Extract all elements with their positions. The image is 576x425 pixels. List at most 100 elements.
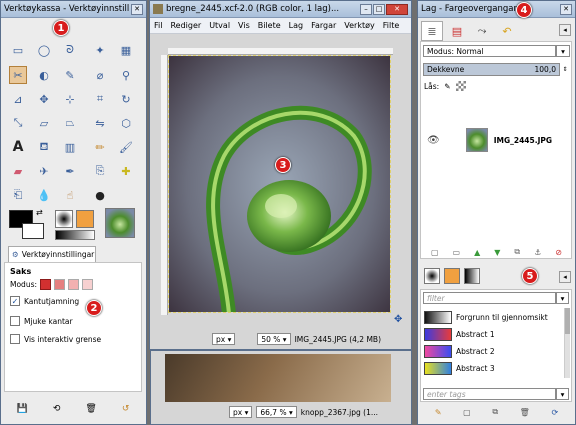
ink-icon[interactable]: ✒ (61, 162, 79, 180)
dodge-burn-icon[interactable]: ● (91, 186, 109, 204)
mode-add-icon[interactable] (54, 279, 66, 290)
paths-icon[interactable]: ✎ (61, 66, 79, 84)
mode-replace-icon[interactable] (40, 279, 52, 290)
move-icon[interactable]: ✥ (35, 90, 53, 108)
background-color-swatch[interactable] (22, 223, 44, 239)
smudge-icon[interactable]: ☝ (61, 186, 79, 204)
blur-icon[interactable]: 💧 (35, 186, 53, 204)
clone-icon[interactable]: ⎘ (91, 162, 109, 180)
new-gradient-icon[interactable]: ▢ (463, 408, 471, 417)
gradients-scrollbar[interactable] (564, 308, 570, 378)
anchor-layer-icon[interactable]: ⚓ (534, 248, 541, 257)
lower-layer-icon[interactable]: ▼ (494, 248, 500, 257)
color-picker-icon[interactable]: ⌀ (91, 66, 109, 84)
layer-mode-select[interactable]: Modus: Normal (423, 45, 556, 57)
flip-icon[interactable]: ⇋ (91, 114, 109, 132)
menu-view[interactable]: Vis (238, 21, 250, 30)
menu-colors[interactable]: Fargar (311, 21, 336, 30)
duplicate-layer-icon[interactable]: ⧉ (514, 247, 520, 257)
layers-titlebar[interactable]: Lag - Fargeovergangar ✕ (418, 1, 575, 18)
shear-icon[interactable]: ▱ (35, 114, 53, 132)
close-icon[interactable]: ✕ (386, 3, 408, 15)
pencil-icon[interactable]: ✏ (91, 138, 109, 156)
lock-pixels-icon[interactable]: ✎ (444, 82, 450, 91)
align-icon[interactable]: ⊹ (61, 90, 79, 108)
fuzzy-select-icon[interactable]: ✦ (91, 41, 109, 59)
crop-icon[interactable]: ⌗ (91, 90, 109, 108)
image-thumbnail[interactable] (105, 208, 135, 238)
new-layer-group-icon[interactable]: ▭ (453, 248, 461, 257)
scissors-icon[interactable]: ✂ (9, 66, 27, 84)
new-layer-icon[interactable]: ▢ (431, 248, 439, 257)
gradient-tags-input[interactable]: enter tags (423, 388, 556, 400)
vertical-ruler[interactable] (161, 55, 168, 315)
back-zoom-select[interactable]: 66,7 % ▾ (256, 406, 297, 418)
zoom-select[interactable]: 50 % ▾ (257, 333, 291, 345)
dock-menu-icon[interactable]: ◂ (559, 24, 571, 36)
duplicate-gradient-icon[interactable]: ⧉ (492, 407, 498, 417)
close-icon[interactable]: ✕ (131, 3, 143, 15)
free-select-icon[interactable]: ᘐ (61, 41, 79, 59)
option-interactive-boundary[interactable]: Vis interaktiv grense (10, 334, 101, 344)
gradient-tab-icon[interactable] (464, 268, 480, 284)
back-unit-select[interactable]: px ▾ (229, 406, 253, 418)
option-antialias[interactable]: ✓ Kantutjamning (10, 296, 79, 306)
edit-gradient-icon[interactable]: ✎ (435, 408, 442, 417)
blend-icon[interactable]: ▥ (61, 138, 79, 156)
rotate-icon[interactable]: ↻ (117, 90, 135, 108)
interactive-boundary-checkbox[interactable] (10, 334, 20, 344)
layer-mode-dropdown-icon[interactable]: ▾ (556, 45, 570, 57)
ellipse-select-icon[interactable]: ◯ (35, 41, 53, 59)
text-icon[interactable]: A (9, 138, 27, 156)
gradient-item[interactable]: Abstract 2 (424, 343, 564, 360)
zoom-icon[interactable]: ⚲ (117, 66, 135, 84)
menu-file[interactable]: Fil (154, 21, 162, 30)
brush-tab-icon[interactable] (424, 268, 440, 284)
paths-tab-icon[interactable]: ⤳ (471, 21, 493, 41)
menu-filters[interactable]: Filte (383, 21, 400, 30)
menu-tools[interactable]: Verktøy (344, 21, 374, 30)
scale-icon[interactable]: ⤡ (9, 114, 27, 132)
eraser-icon[interactable]: ▰ (9, 162, 27, 180)
airbrush-icon[interactable]: ✈ (35, 162, 53, 180)
delete-gradient-icon[interactable]: 🗑 (520, 408, 530, 417)
delete-options-icon[interactable]: 🗑 (85, 404, 96, 414)
color-select-icon[interactable]: ▦ (117, 41, 135, 59)
gradients-menu-icon[interactable]: ◂ (559, 271, 571, 283)
channels-tab-icon[interactable]: ▤ (446, 21, 468, 41)
gradient-item[interactable]: Forgrunn til gjennomsikt (424, 309, 564, 326)
layer-row[interactable]: 👁 IMG_2445.JPG (421, 126, 571, 154)
lock-alpha-icon[interactable] (455, 81, 466, 91)
maximize-icon[interactable]: □ (373, 3, 385, 15)
save-options-icon[interactable]: 💾 (17, 404, 28, 414)
navigate-icon[interactable]: ✥ (394, 314, 402, 325)
menu-layer[interactable]: Lag (289, 21, 303, 30)
gradients-scroll-thumb[interactable] (565, 308, 570, 334)
layers-tab-icon[interactable]: ≣ (421, 21, 443, 41)
perspective-clone-icon[interactable]: ⎗ (9, 186, 27, 204)
pattern-preview[interactable] (76, 210, 94, 228)
minimize-icon[interactable]: – (360, 3, 372, 15)
toolbox-titlebar[interactable]: Verktøykassa - Verktøyinnstill... ✕ (1, 1, 146, 18)
horizontal-ruler[interactable] (168, 48, 393, 55)
menu-select[interactable]: Utval (209, 21, 230, 30)
image-titlebar[interactable]: bregne_2445.xcf-2.0 (RGB color, 1 lag)..… (150, 1, 411, 18)
option-feather[interactable]: Mjuke kantar (10, 316, 73, 326)
feather-checkbox[interactable] (10, 316, 20, 326)
close-icon[interactable]: ✕ (560, 3, 572, 15)
cage-icon[interactable]: ⬡ (117, 114, 135, 132)
gradient-tags-dropdown-icon[interactable]: ▾ (556, 388, 569, 400)
antialias-checkbox[interactable]: ✓ (10, 296, 20, 306)
refresh-gradients-icon[interactable]: ⟳ (551, 408, 558, 417)
raise-layer-icon[interactable]: ▲ (474, 248, 480, 257)
brush-preview[interactable] (55, 210, 73, 228)
pattern-tab-icon[interactable] (444, 268, 460, 284)
opacity-spin-icon[interactable]: ⇕ (560, 66, 570, 73)
delete-layer-icon[interactable]: ⊘ (555, 248, 562, 257)
image-canvas[interactable] (168, 55, 391, 313)
gradient-item[interactable]: Abstract 3 (424, 360, 564, 377)
gradient-filter-dropdown-icon[interactable]: ▾ (556, 292, 569, 304)
gradient-filter-input[interactable]: filter (423, 292, 556, 304)
bucket-fill-icon[interactable]: ⛾ (35, 138, 53, 156)
reset-options-icon[interactable]: ↺ (122, 404, 130, 414)
